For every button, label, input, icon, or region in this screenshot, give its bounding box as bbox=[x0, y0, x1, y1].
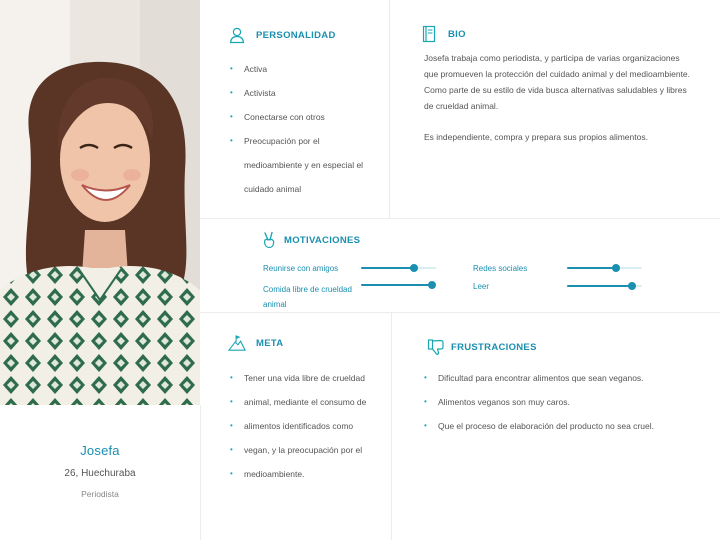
list-item: Activa bbox=[230, 57, 380, 81]
divider bbox=[200, 218, 720, 219]
divider bbox=[391, 313, 392, 540]
motivation-label: Leer bbox=[473, 282, 490, 291]
user-icon bbox=[228, 26, 246, 44]
motivation-label: Reunirse con amigos bbox=[263, 264, 339, 273]
section-label: META bbox=[256, 337, 284, 349]
section-label: MOTIVACIONES bbox=[284, 234, 361, 246]
list-item: animal, mediante el consumo de bbox=[230, 390, 380, 414]
list-item: medioambiente. bbox=[230, 462, 380, 486]
persona-name: Josefa bbox=[80, 443, 120, 458]
motivation-slider[interactable] bbox=[567, 263, 642, 273]
personality-list: Activa Activista Conectarse con otros Pr… bbox=[230, 57, 380, 201]
list-item: Que el proceso de elaboración del produc… bbox=[424, 414, 704, 438]
section-label: FRUSTRACIONES bbox=[451, 341, 537, 353]
bio-paragraph: Es independiente, compra y prepara sus p… bbox=[424, 132, 648, 142]
list-item: Tener una vida libre de crueldad bbox=[230, 366, 380, 390]
section-bio-title: BIO bbox=[420, 25, 466, 43]
persona-photo bbox=[0, 0, 200, 405]
section-label: BIO bbox=[448, 28, 466, 40]
list-item: vegan, y la preocupación por el bbox=[230, 438, 380, 462]
list-item: cuidado animal bbox=[244, 184, 302, 194]
divider bbox=[200, 312, 720, 313]
section-goal-title: META bbox=[228, 334, 283, 352]
list-item: Dificultad para encontrar alimentos que … bbox=[424, 366, 704, 390]
list-item: Activista bbox=[230, 81, 380, 105]
slider-knob[interactable] bbox=[628, 282, 637, 290]
motivation-label: Redes sociales bbox=[473, 264, 528, 273]
slider-knob[interactable] bbox=[428, 281, 437, 289]
notebook-icon bbox=[420, 25, 438, 43]
motivation-slider[interactable] bbox=[567, 281, 642, 291]
divider bbox=[389, 0, 390, 218]
list-item: alimentos identificados como bbox=[230, 414, 380, 438]
motivation-label-line: Comida libre de crueldad bbox=[263, 285, 352, 294]
persona-portrait bbox=[0, 0, 200, 405]
persona-occupation: Periodista bbox=[81, 489, 119, 499]
section-label: PERSONALIDAD bbox=[256, 29, 336, 41]
slider-knob[interactable] bbox=[611, 264, 620, 272]
motivation-label: Comida libre de crueldad animal bbox=[263, 282, 352, 312]
list-item: Conectarse con otros bbox=[230, 105, 380, 129]
bio-paragraph: Josefa trabaja como periodista, y partic… bbox=[424, 53, 691, 79]
peace-hand-icon bbox=[260, 231, 278, 249]
slider-knob[interactable] bbox=[409, 264, 418, 272]
persona-location: 26, Huechuraba bbox=[64, 468, 136, 479]
divider bbox=[200, 405, 201, 540]
section-motivations-title: MOTIVACIONES bbox=[260, 231, 360, 249]
thumbs-down-icon bbox=[427, 338, 445, 356]
motivation-slider[interactable] bbox=[361, 263, 436, 273]
section-personality-title: PERSONALIDAD bbox=[228, 26, 336, 44]
list-item: Alimentos veganos son muy caros. bbox=[424, 390, 704, 414]
motivation-label-line: animal bbox=[263, 300, 287, 309]
motivation-slider[interactable] bbox=[361, 280, 437, 290]
goal-list: Tener una vida libre de crueldad animal,… bbox=[230, 366, 380, 486]
bio-text: Josefa trabaja como periodista, y partic… bbox=[424, 50, 694, 145]
profile-card: Josefa 26, Huechuraba Periodista bbox=[0, 405, 200, 540]
section-frustrations-title: FRUSTRACIONES bbox=[427, 338, 537, 356]
bio-paragraph: Como parte de su estilo de vida busca al… bbox=[424, 85, 687, 111]
frustrations-list: Dificultad para encontrar alimentos que … bbox=[424, 366, 704, 438]
mountain-flag-icon bbox=[228, 334, 246, 352]
list-item: medioambiente y en especial el bbox=[244, 160, 364, 170]
list-item: Preocupación por el bbox=[230, 129, 380, 153]
